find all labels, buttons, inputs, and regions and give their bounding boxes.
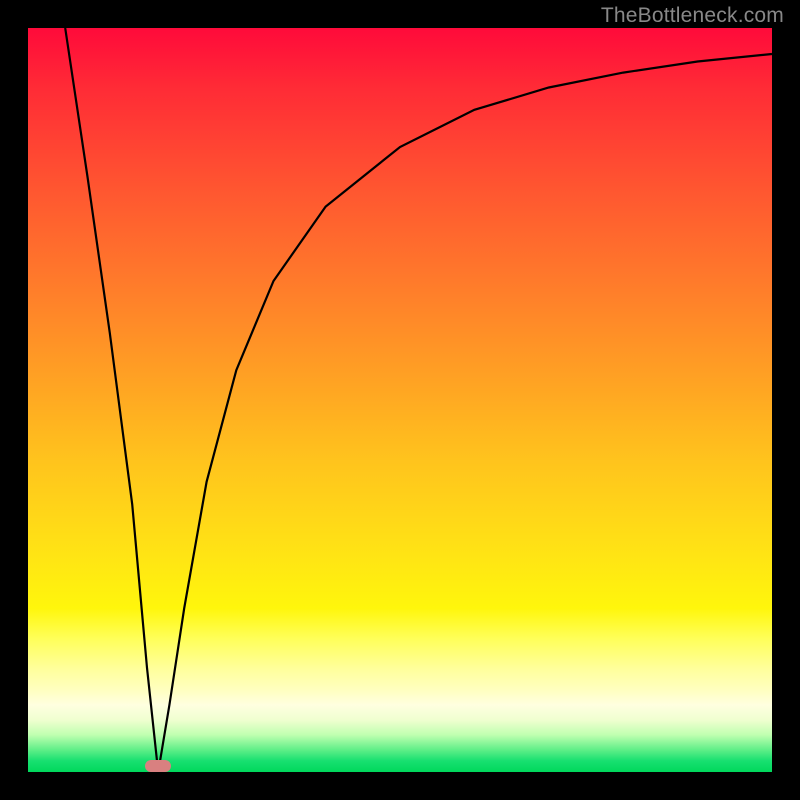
optimum-marker	[145, 760, 171, 772]
chart-frame: TheBottleneck.com	[0, 0, 800, 800]
bottleneck-curve	[28, 28, 772, 772]
plot-area	[28, 28, 772, 772]
watermark-text: TheBottleneck.com	[601, 4, 784, 28]
